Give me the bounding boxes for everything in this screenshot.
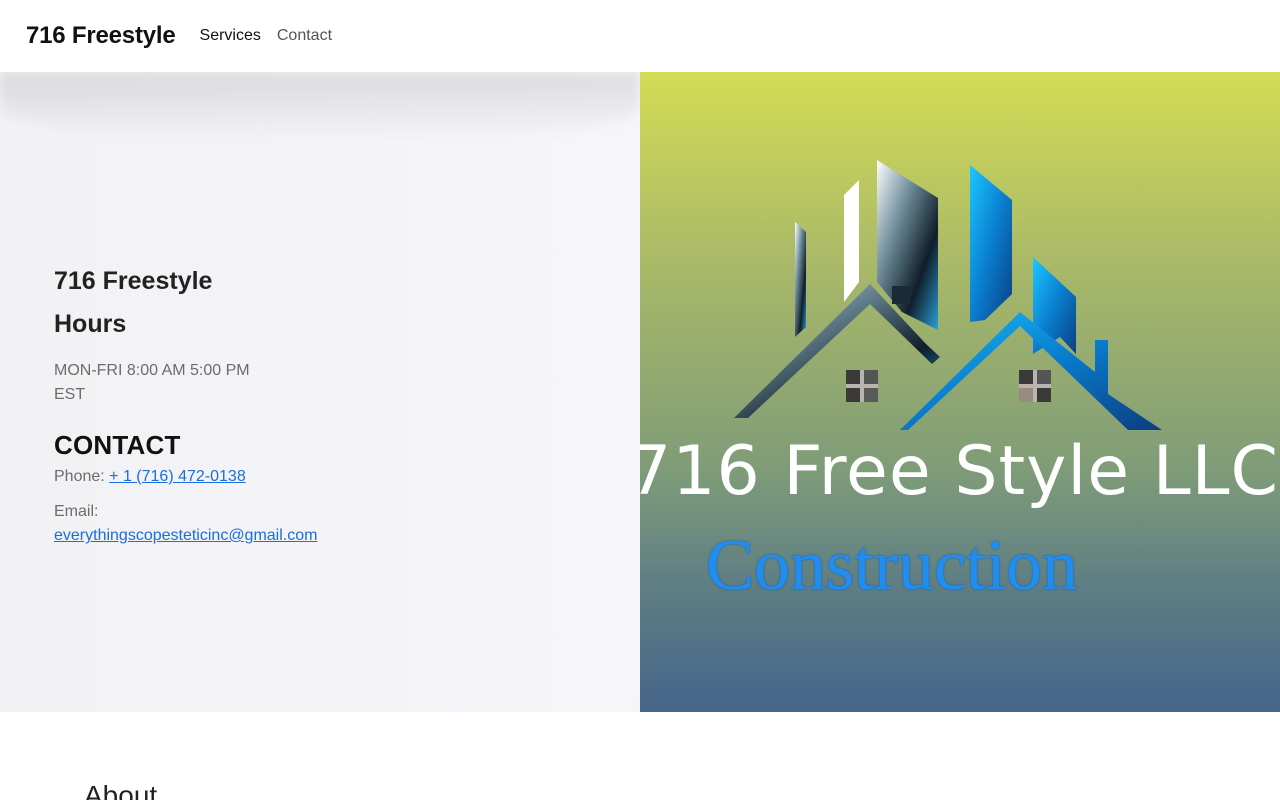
hours-heading: Hours <box>54 310 127 339</box>
business-info: 716 Freestyle Hours MON-FRI 8:00 AM 5:00… <box>54 266 454 548</box>
business-name-heading: 716 Freestyle <box>54 267 213 295</box>
house-roof-logo-icon <box>708 160 1162 430</box>
top-navbar: 716 Freestyle Services Contact <box>0 0 1280 72</box>
logo-title-text: 716 Free Style LLC <box>640 432 1279 511</box>
contact-heading: CONTACT <box>54 429 181 460</box>
phone-row: Phone: + 1 (716) 472-0138 <box>54 465 454 489</box>
navbar-shadow <box>0 72 640 142</box>
hours-text: MON-FRI 8:00 AM 5:00 PM EST <box>54 359 454 407</box>
phone-link[interactable]: + 1 (716) 472-0138 <box>109 468 246 485</box>
about-heading: About <box>84 780 158 800</box>
nav-link-contact[interactable]: Contact <box>277 27 332 45</box>
email-link[interactable]: everythingscopesteticinc@gmail.com <box>54 527 317 544</box>
hours-line-timezone: EST <box>54 385 86 403</box>
email-label: Email: <box>54 503 99 521</box>
phone-label: Phone: <box>54 468 105 486</box>
brand-logo-text[interactable]: 716 Freestyle <box>26 22 176 50</box>
hero-section: 716 Freestyle Hours MON-FRI 8:00 AM 5:00… <box>0 72 1280 712</box>
nav-link-services[interactable]: Services <box>200 27 261 45</box>
email-row: Email: everythingscopesteticinc@gmail.co… <box>54 500 454 548</box>
company-logo-image: 716 Free Style LLC Construction <box>640 72 1280 712</box>
hours-line-days: MON-FRI 8:00 AM 5:00 PM <box>54 361 250 379</box>
hero-info-panel: 716 Freestyle Hours MON-FRI 8:00 AM 5:00… <box>0 72 640 712</box>
logo-subtitle-text: Construction <box>706 525 1078 605</box>
